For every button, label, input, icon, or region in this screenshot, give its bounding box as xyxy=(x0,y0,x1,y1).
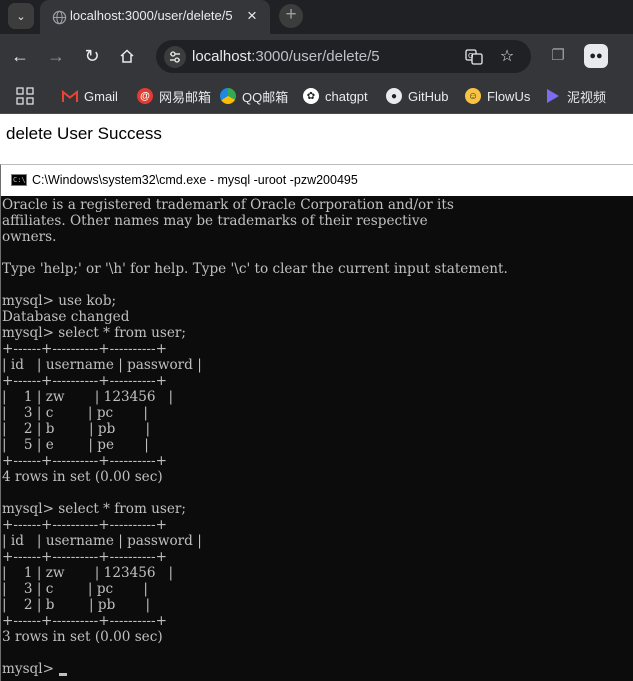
console-line: mysql> select * from user; xyxy=(2,325,187,341)
tab-title: localhost:3000/user/delete/5 xyxy=(70,8,233,23)
cmd-window: C:\ C:\Windows\system32\cmd.exe - mysql … xyxy=(0,164,633,681)
console-line: | 1 | zw | 123456 | xyxy=(2,565,174,581)
flowus-icon: ☺ xyxy=(465,88,481,104)
site-info-button[interactable] xyxy=(164,46,186,68)
console-line: | 5 | e | pe | xyxy=(2,437,149,453)
browser-toolbar: ← → ↻ localhost:3000/user/delete/5 G ☆ ❐… xyxy=(0,34,633,78)
reload-icon: ↻ xyxy=(84,46,100,66)
bookmark-qq-mail[interactable]: QQ邮箱 xyxy=(220,86,288,106)
console-line: +------+----------+----------+ xyxy=(2,341,167,357)
cmd-icon: C:\ xyxy=(11,174,27,186)
bookmark-gmail[interactable]: Gmail xyxy=(62,86,118,106)
console-line: +------+----------+----------+ xyxy=(2,517,167,533)
console-line: | 2 | b | pb | xyxy=(2,421,151,437)
console-line: +------+----------+----------+ xyxy=(2,549,167,565)
url-path: :3000/user/delete/5 xyxy=(251,48,380,65)
netease-mail-icon: @ xyxy=(137,88,153,104)
console-line: +------+----------+----------+ xyxy=(2,453,167,469)
console-line: | id | username | password | xyxy=(2,533,202,549)
console-line: | 3 | c | pc | xyxy=(2,581,148,597)
profile-avatar[interactable]: ●● xyxy=(584,44,608,68)
translate-icon[interactable]: G xyxy=(465,48,483,66)
svg-text:G: G xyxy=(468,52,473,60)
cmd-title: C:\Windows\system32\cmd.exe - mysql -uro… xyxy=(32,173,358,187)
console-line: affiliates. Other names may be trademark… xyxy=(2,213,428,229)
bookmark-netease-mail[interactable]: @ 网易邮箱 xyxy=(137,86,211,106)
arrow-left-icon: ← xyxy=(11,46,29,66)
bookmark-chatgpt[interactable]: ✿ chatgpt xyxy=(303,86,368,106)
bookmark-github[interactable]: ● GitHub xyxy=(386,86,448,106)
tab-active[interactable]: localhost:3000/user/delete/5 × xyxy=(40,0,270,34)
video-icon xyxy=(545,88,561,104)
tab-strip: ⌄ localhost:3000/user/delete/5 × + xyxy=(0,0,633,34)
bookmark-label: 网易邮箱 xyxy=(159,89,212,105)
reload-button[interactable]: ↻ xyxy=(81,45,103,67)
console-line: | 2 | b | pb | xyxy=(2,597,151,613)
console-line: +------+----------+----------+ xyxy=(2,373,167,389)
apps-grid-icon[interactable] xyxy=(16,87,34,105)
star-icon[interactable]: ☆ xyxy=(498,48,516,66)
bookmark-video[interactable]: 泥视频 xyxy=(545,86,606,106)
console-line: | 1 | zw | 123456 | xyxy=(2,389,174,405)
chevron-down-icon: ⌄ xyxy=(16,10,26,23)
bookmark-label: QQ邮箱 xyxy=(242,89,289,105)
address-bar[interactable]: localhost:3000/user/delete/5 G ☆ xyxy=(156,40,531,73)
new-tab-button[interactable]: + xyxy=(279,4,303,28)
tune-icon xyxy=(170,51,180,63)
console-line: mysql> use kob; xyxy=(2,293,117,309)
forward-button[interactable]: → xyxy=(45,45,67,67)
home-icon xyxy=(120,49,134,63)
globe-icon xyxy=(52,10,67,25)
console-line: mysql> select * from user; xyxy=(2,501,187,517)
gmail-icon xyxy=(62,88,78,104)
bookmark-label: 泥视频 xyxy=(567,89,607,105)
close-icon[interactable]: × xyxy=(247,6,257,26)
arrow-right-icon: → xyxy=(47,46,65,66)
github-icon: ● xyxy=(386,88,402,104)
console-line: Oracle is a registered trademark of Orac… xyxy=(2,197,454,213)
console-line: Database changed xyxy=(2,309,130,325)
bookmarks-bar: Gmail @ 网易邮箱 QQ邮箱 ✿ chatgpt ● GitHub ☺ F… xyxy=(0,78,633,114)
back-button[interactable]: ← xyxy=(9,45,31,67)
console-line: | id | username | password | xyxy=(2,357,202,373)
chatgpt-icon: ✿ xyxy=(303,88,319,104)
incognito-icon: ●● xyxy=(589,50,603,62)
bookmark-label: GitHub xyxy=(408,88,449,104)
console-line: 4 rows in set (0.00 sec) xyxy=(2,469,163,485)
console-line: 3 rows in set (0.00 sec) xyxy=(2,629,163,645)
bookmark-label: chatgpt xyxy=(325,88,368,104)
console-line: owners. xyxy=(2,229,57,245)
bookmark-flowus[interactable]: ☺ FlowUs xyxy=(465,86,530,106)
home-button[interactable] xyxy=(116,45,138,67)
bookmark-label: FlowUs xyxy=(487,88,531,104)
console-line: +------+----------+----------+ xyxy=(2,613,167,629)
console-output[interactable]: Oracle is a registered trademark of Orac… xyxy=(2,197,632,681)
bookmark-label: Gmail xyxy=(84,88,118,104)
url-text[interactable]: localhost:3000/user/delete/5 xyxy=(192,48,380,65)
text-cursor xyxy=(59,673,67,676)
console-line: mysql> xyxy=(2,661,59,677)
plus-icon: + xyxy=(285,4,297,25)
tab-groups-icon[interactable]: ❐ xyxy=(548,46,568,66)
qq-mail-icon xyxy=(220,88,236,104)
cmd-title-bar[interactable]: C:\ C:\Windows\system32\cmd.exe - mysql … xyxy=(1,165,633,196)
console-line: Type 'help;' or '\h' for help. Type '\c'… xyxy=(2,261,508,277)
page-message: delete User Success xyxy=(6,124,162,143)
url-host: localhost xyxy=(192,48,252,65)
console-line: | 3 | c | pc | xyxy=(2,405,148,421)
tab-search-button[interactable]: ⌄ xyxy=(8,3,34,29)
